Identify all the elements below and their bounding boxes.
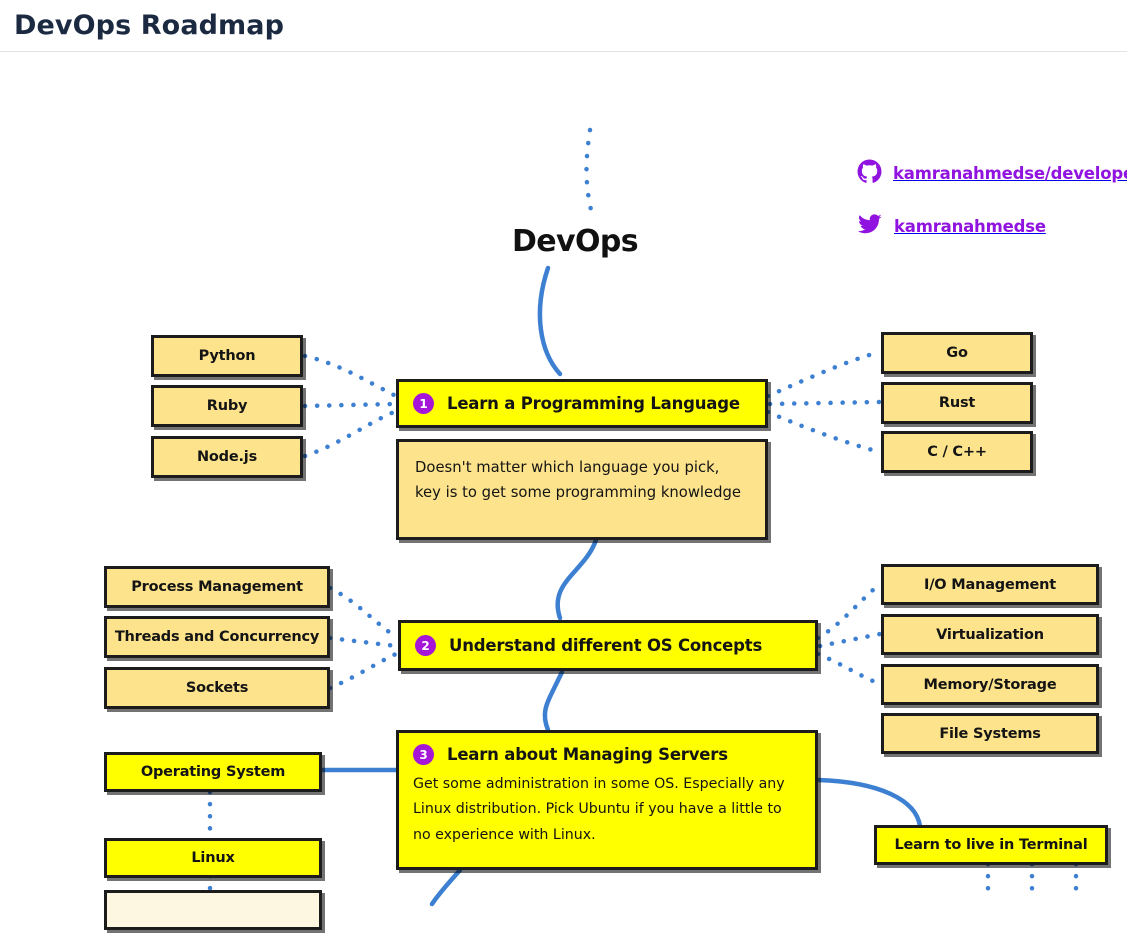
node-label: Threads and Concurrency bbox=[114, 629, 320, 645]
twitter-icon bbox=[857, 212, 883, 240]
node-label: Operating System bbox=[140, 764, 286, 780]
node-label: Process Management bbox=[131, 579, 303, 595]
node-label: Python bbox=[198, 348, 256, 364]
step-3-header: 3 Learn about Managing Servers bbox=[413, 744, 801, 765]
node-io-management[interactable]: I/O Management bbox=[881, 564, 1099, 605]
step-1-description-text: Doesn't matter which language you pick, … bbox=[415, 459, 742, 502]
node-label: Sockets bbox=[185, 680, 249, 696]
step-1-node[interactable]: 1 Learn a Programming Language bbox=[396, 379, 768, 428]
node-threads-and-concurrency[interactable]: Threads and Concurrency bbox=[104, 616, 330, 658]
node-label: Linux bbox=[191, 850, 235, 866]
node-virtualization[interactable]: Virtualization bbox=[881, 614, 1099, 655]
step-3-title: Learn about Managing Servers bbox=[447, 745, 728, 764]
github-icon bbox=[857, 159, 882, 188]
node-rust[interactable]: Rust bbox=[881, 382, 1033, 424]
step-2-node[interactable]: 2 Understand different OS Concepts bbox=[398, 620, 818, 671]
node-sockets[interactable]: Sockets bbox=[104, 667, 330, 709]
node-label: Go bbox=[946, 345, 968, 361]
step-3-description-text: Get some administration in some OS. Espe… bbox=[413, 776, 785, 843]
step-1-badge: 1 bbox=[413, 393, 434, 414]
node-nodejs[interactable]: Node.js bbox=[151, 436, 303, 478]
twitter-handle-label: kamranahmedse bbox=[894, 216, 1046, 236]
step-2-title: Understand different OS Concepts bbox=[449, 636, 763, 655]
node-go[interactable]: Go bbox=[881, 332, 1033, 374]
roadmap-canvas: kamranahmedse/developer kamranahmedse De… bbox=[0, 52, 1127, 945]
node-linux[interactable]: Linux bbox=[104, 838, 322, 878]
node-file-systems[interactable]: File Systems bbox=[881, 713, 1099, 754]
node-memory-storage[interactable]: Memory/Storage bbox=[881, 664, 1099, 705]
node-label: I/O Management bbox=[924, 576, 1056, 593]
step-3-badge: 3 bbox=[413, 744, 434, 765]
app-header: DevOps Roadmap bbox=[0, 0, 1127, 52]
github-handle-label: kamranahmedse/developer bbox=[893, 164, 1127, 183]
node-python[interactable]: Python bbox=[151, 335, 303, 377]
github-link[interactable]: kamranahmedse/developer bbox=[857, 159, 1127, 188]
roadmap-root-title: DevOps bbox=[512, 224, 639, 259]
node-operating-system[interactable]: Operating System bbox=[104, 752, 322, 792]
page-title: DevOps Roadmap bbox=[14, 10, 285, 41]
twitter-link[interactable]: kamranahmedse bbox=[857, 212, 1046, 240]
node-label: Rust bbox=[938, 395, 976, 411]
node-label: Memory/Storage bbox=[923, 676, 1057, 693]
node-label: Virtualization bbox=[936, 626, 1044, 643]
step-1-title: Learn a Programming Language bbox=[447, 394, 740, 413]
node-label: Node.js bbox=[196, 449, 258, 465]
step-2-badge: 2 bbox=[415, 635, 436, 656]
node-learn-to-live-in-terminal[interactable]: Learn to live in Terminal bbox=[874, 825, 1108, 865]
step-3-node[interactable]: 3 Learn about Managing Servers Get some … bbox=[396, 730, 818, 870]
node-label: Ruby bbox=[206, 398, 248, 414]
node-process-management[interactable]: Process Management bbox=[104, 566, 330, 608]
node-label: Learn to live in Terminal bbox=[894, 837, 1088, 853]
step-1-description: Doesn't matter which language you pick, … bbox=[396, 439, 768, 540]
node-ruby[interactable]: Ruby bbox=[151, 385, 303, 427]
node-label: C / C++ bbox=[927, 444, 987, 460]
node-c-cpp[interactable]: C / C++ bbox=[881, 431, 1033, 473]
node-label: File Systems bbox=[939, 725, 1041, 742]
node-clipped-below[interactable] bbox=[104, 890, 322, 930]
